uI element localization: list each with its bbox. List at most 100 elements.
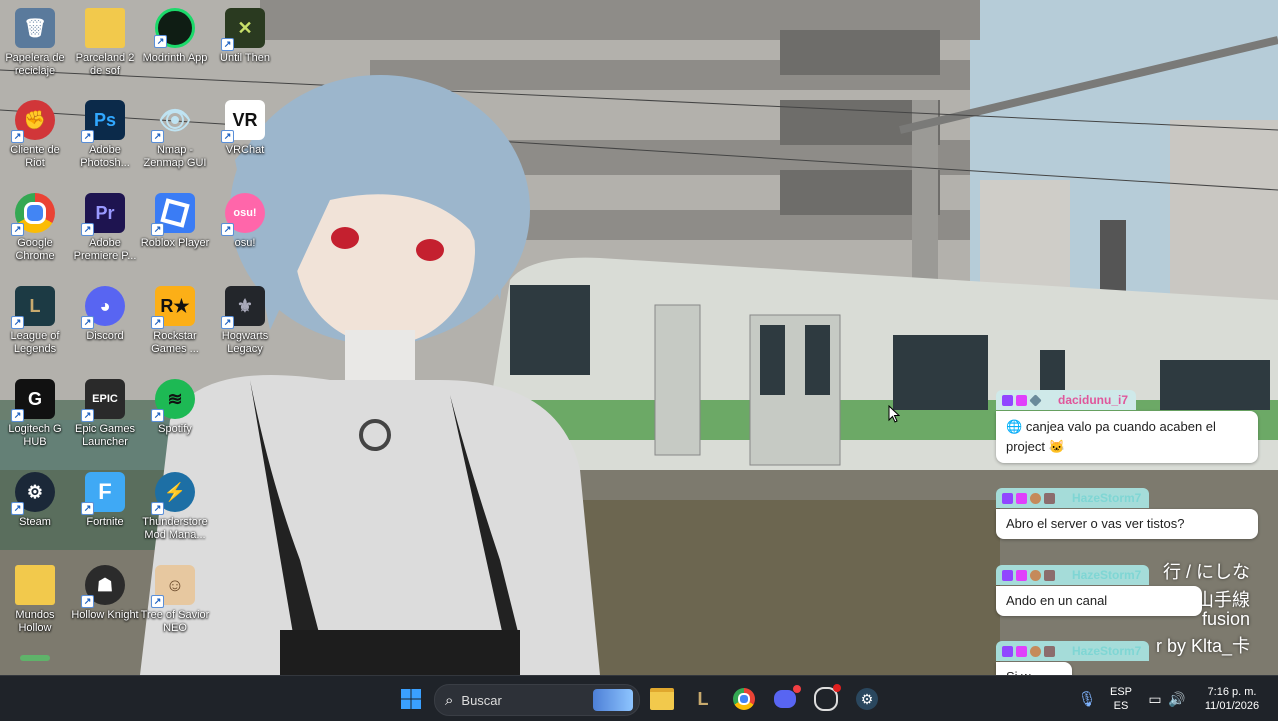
chat-message: dacidunu_i7 🌐 canjea valo pa cuando acab… — [996, 390, 1258, 463]
rockstar-icon-text: R★ — [160, 295, 190, 316]
logitech-icon: G ↗ — [11, 379, 55, 422]
desktop-icon-fortnite[interactable]: F ↗ Fortnite — [70, 472, 140, 529]
taskbar-steam[interactable]: ⚙ — [852, 684, 882, 714]
tree-of-savior-icon: ☺ ↗ — [151, 565, 195, 608]
chat-username: HazeStorm7 — [1072, 491, 1142, 505]
premiere-icon: Pr ↗ — [81, 193, 125, 236]
heart-badge-icon — [1016, 569, 1027, 581]
clock[interactable]: 7:16 p. m. 11/01/2026 — [1196, 685, 1268, 713]
desktop-icon-label: Spotify — [158, 423, 192, 435]
desktop-icon-label: Steam — [19, 516, 51, 528]
photoshop-icon-text: Ps — [93, 109, 117, 130]
chrome-icon: ↗ — [11, 193, 55, 236]
chat-username: HazeStorm7 — [1072, 568, 1142, 582]
volume-button[interactable]: 🔊 — [1166, 684, 1188, 714]
spotify-icon: ≋ ↗ — [151, 379, 195, 422]
discord-icon: ◕ ↗ — [81, 286, 125, 329]
taskbar-file-explorer[interactable] — [647, 684, 677, 714]
desktop-icon-label: Parceland 2 de sof — [75, 52, 135, 77]
clock-time: 7:16 p. m. — [1207, 686, 1257, 698]
chat-username: HazeStorm7 — [1072, 644, 1142, 658]
desktop-icon-riot-client[interactable]: ✊ ↗ Cliente de Riot — [0, 100, 70, 170]
language-indicator[interactable]: ESP ES — [1104, 685, 1138, 713]
vrchat-icon-text: VR — [232, 109, 258, 130]
file-explorer-icon — [650, 688, 674, 710]
chat-message-header: HazeStorm7 — [996, 488, 1150, 508]
league-icon: L — [697, 688, 709, 709]
desktop-icon-discord[interactable]: ◕ ↗ Discord — [70, 286, 140, 343]
desktop-icon-hogwarts[interactable]: ⚜ ↗ Hogwarts Legacy — [210, 286, 280, 356]
taskbar-league[interactable]: L — [688, 684, 718, 714]
microphone-button[interactable]: 🎙 — [1072, 684, 1102, 714]
desktop-icon-label: Discord — [86, 330, 124, 342]
search-icon: ⌕ — [445, 691, 454, 709]
desktop-icon-modrinth[interactable]: ↗ Modrinth App — [140, 8, 210, 65]
desktop-icon-label: Papelera de reciclaje — [5, 52, 65, 77]
chat-message-header: dacidunu_i7 — [996, 390, 1137, 410]
obs-icon — [814, 684, 841, 711]
avatar-badge-icon — [1030, 645, 1041, 657]
desktop-icon-recycle-bin[interactable]: 🗑 Papelera de reciclaje — [0, 8, 70, 78]
desktop-icon-vrchat[interactable]: VR ↗ VRChat — [210, 100, 280, 157]
desktop-icon-rockstar[interactable]: R★ ↗ Rockstar Games ... — [140, 286, 210, 356]
taskbar-chrome[interactable] — [729, 684, 759, 714]
desktop-icon-nmap[interactable]: 👁 ↗ Nmap - Zenmap GUI — [140, 100, 210, 170]
taskbar-search-box[interactable]: ⌕ Buscar — [434, 684, 640, 716]
taskbar-discord[interactable] — [770, 684, 801, 714]
osu-icon: osu! ↗ — [221, 193, 265, 236]
region-code: ES — [1113, 700, 1129, 712]
microphone-icon: 🎙 — [1077, 691, 1097, 708]
desktop-icon-hollow-knight[interactable]: ☗ ↗ Hollow Knight — [70, 565, 140, 622]
cat-emote-icon: 🐱 — [1048, 438, 1065, 454]
vrchat-icon: VR ↗ — [221, 100, 265, 143]
folder-icon — [85, 8, 125, 48]
chat-badge-icon — [1002, 645, 1013, 657]
hogwarts-icon: ⚜ ↗ — [221, 286, 265, 329]
desktop-icon-league[interactable]: L ↗ League of Legends — [0, 286, 70, 356]
desktop-icon-mundos-hollow[interactable]: Mundos Hollow — [0, 565, 70, 635]
league-icon: L ↗ — [11, 286, 55, 329]
desktop-icon-label: Until Then — [220, 52, 270, 64]
desktop-icon-osu[interactable]: osu! ↗ osu! — [210, 193, 280, 250]
desktop-icon-until-then[interactable]: ✕ ↗ Until Then — [210, 8, 280, 65]
desktop-icon-logitech[interactable]: G ↗ Logitech G HUB — [0, 379, 70, 449]
desktop-icon-epic-games[interactable]: EPIC ↗ Epic Games Launcher — [70, 379, 140, 449]
desktop-icon-chrome[interactable]: ↗ Google Chrome — [0, 193, 70, 263]
premiere-icon-text: Pr — [95, 202, 115, 223]
avatar-badge-icon — [1030, 492, 1041, 504]
roblox-icon: ↗ — [151, 193, 195, 236]
desktop-icon-label: Google Chrome — [15, 237, 55, 262]
desktop-icon-label: Nmap - Zenmap GUI — [143, 144, 207, 169]
network-button[interactable]: ▭ — [1144, 684, 1166, 714]
desktop-icon-label: Mundos Hollow — [15, 609, 55, 634]
chat-message-text: Abro el server o vas ver tistos? — [996, 508, 1258, 539]
desktop-icon-thunderstore[interactable]: ⚡ ↗ Thunderstore Mod Mana... — [140, 472, 210, 542]
desktop-icon-steam[interactable]: ⚙ ↗ Steam — [0, 472, 70, 529]
desktop-icon-tree-of-savior[interactable]: ☺ ↗ Tree of Savior NEO — [140, 565, 210, 635]
chat-message-header: HazeStorm7 — [996, 641, 1150, 661]
chat-message-text: 🌐 canjea valo pa cuando acaben el projec… — [996, 410, 1258, 463]
network-icon: ▭ — [1148, 690, 1162, 707]
taskbar-obs[interactable] — [811, 684, 841, 714]
diamond-badge-icon — [1029, 393, 1042, 407]
epic-games-icon-text: EPIC — [92, 393, 118, 405]
desktop-icon-photoshop[interactable]: Ps ↗ Adobe Photosh... — [70, 100, 140, 170]
desktop-icon-roblox[interactable]: ↗ Roblox Player — [140, 193, 210, 250]
until-then-icon: ✕ ↗ — [221, 8, 265, 51]
chat-text: canjea valo pa cuando acaben el project — [1006, 418, 1216, 454]
taskbar: ⌕ Buscar L ⚙ 🎙 ESP ES ▭ 🔊 7:16 p. m. 11/… — [0, 675, 1278, 721]
notification-badge-icon — [793, 685, 801, 693]
fortnite-icon-text: F — [98, 479, 112, 504]
avatar-badge-icon — [1030, 569, 1041, 581]
chat-badge-icon — [1002, 394, 1013, 406]
desktop-icon-premiere[interactable]: Pr ↗ Adobe Premiere P... — [70, 193, 140, 263]
start-button[interactable] — [396, 684, 426, 714]
partial-desktop-icon[interactable] — [20, 655, 50, 661]
desktop-icon-spotify[interactable]: ≋ ↗ Spotify — [140, 379, 210, 436]
desktop-icon-label: Adobe Photosh... — [80, 144, 130, 169]
recycle-bin-icon: 🗑 — [15, 8, 55, 48]
desktop-icon-label: Hogwarts Legacy — [221, 330, 269, 355]
thunderstore-icon: ⚡ ↗ — [151, 472, 195, 515]
desktop-icon-label: Roblox Player — [140, 237, 210, 249]
desktop-icon-parceland[interactable]: Parceland 2 de sof — [70, 8, 140, 78]
